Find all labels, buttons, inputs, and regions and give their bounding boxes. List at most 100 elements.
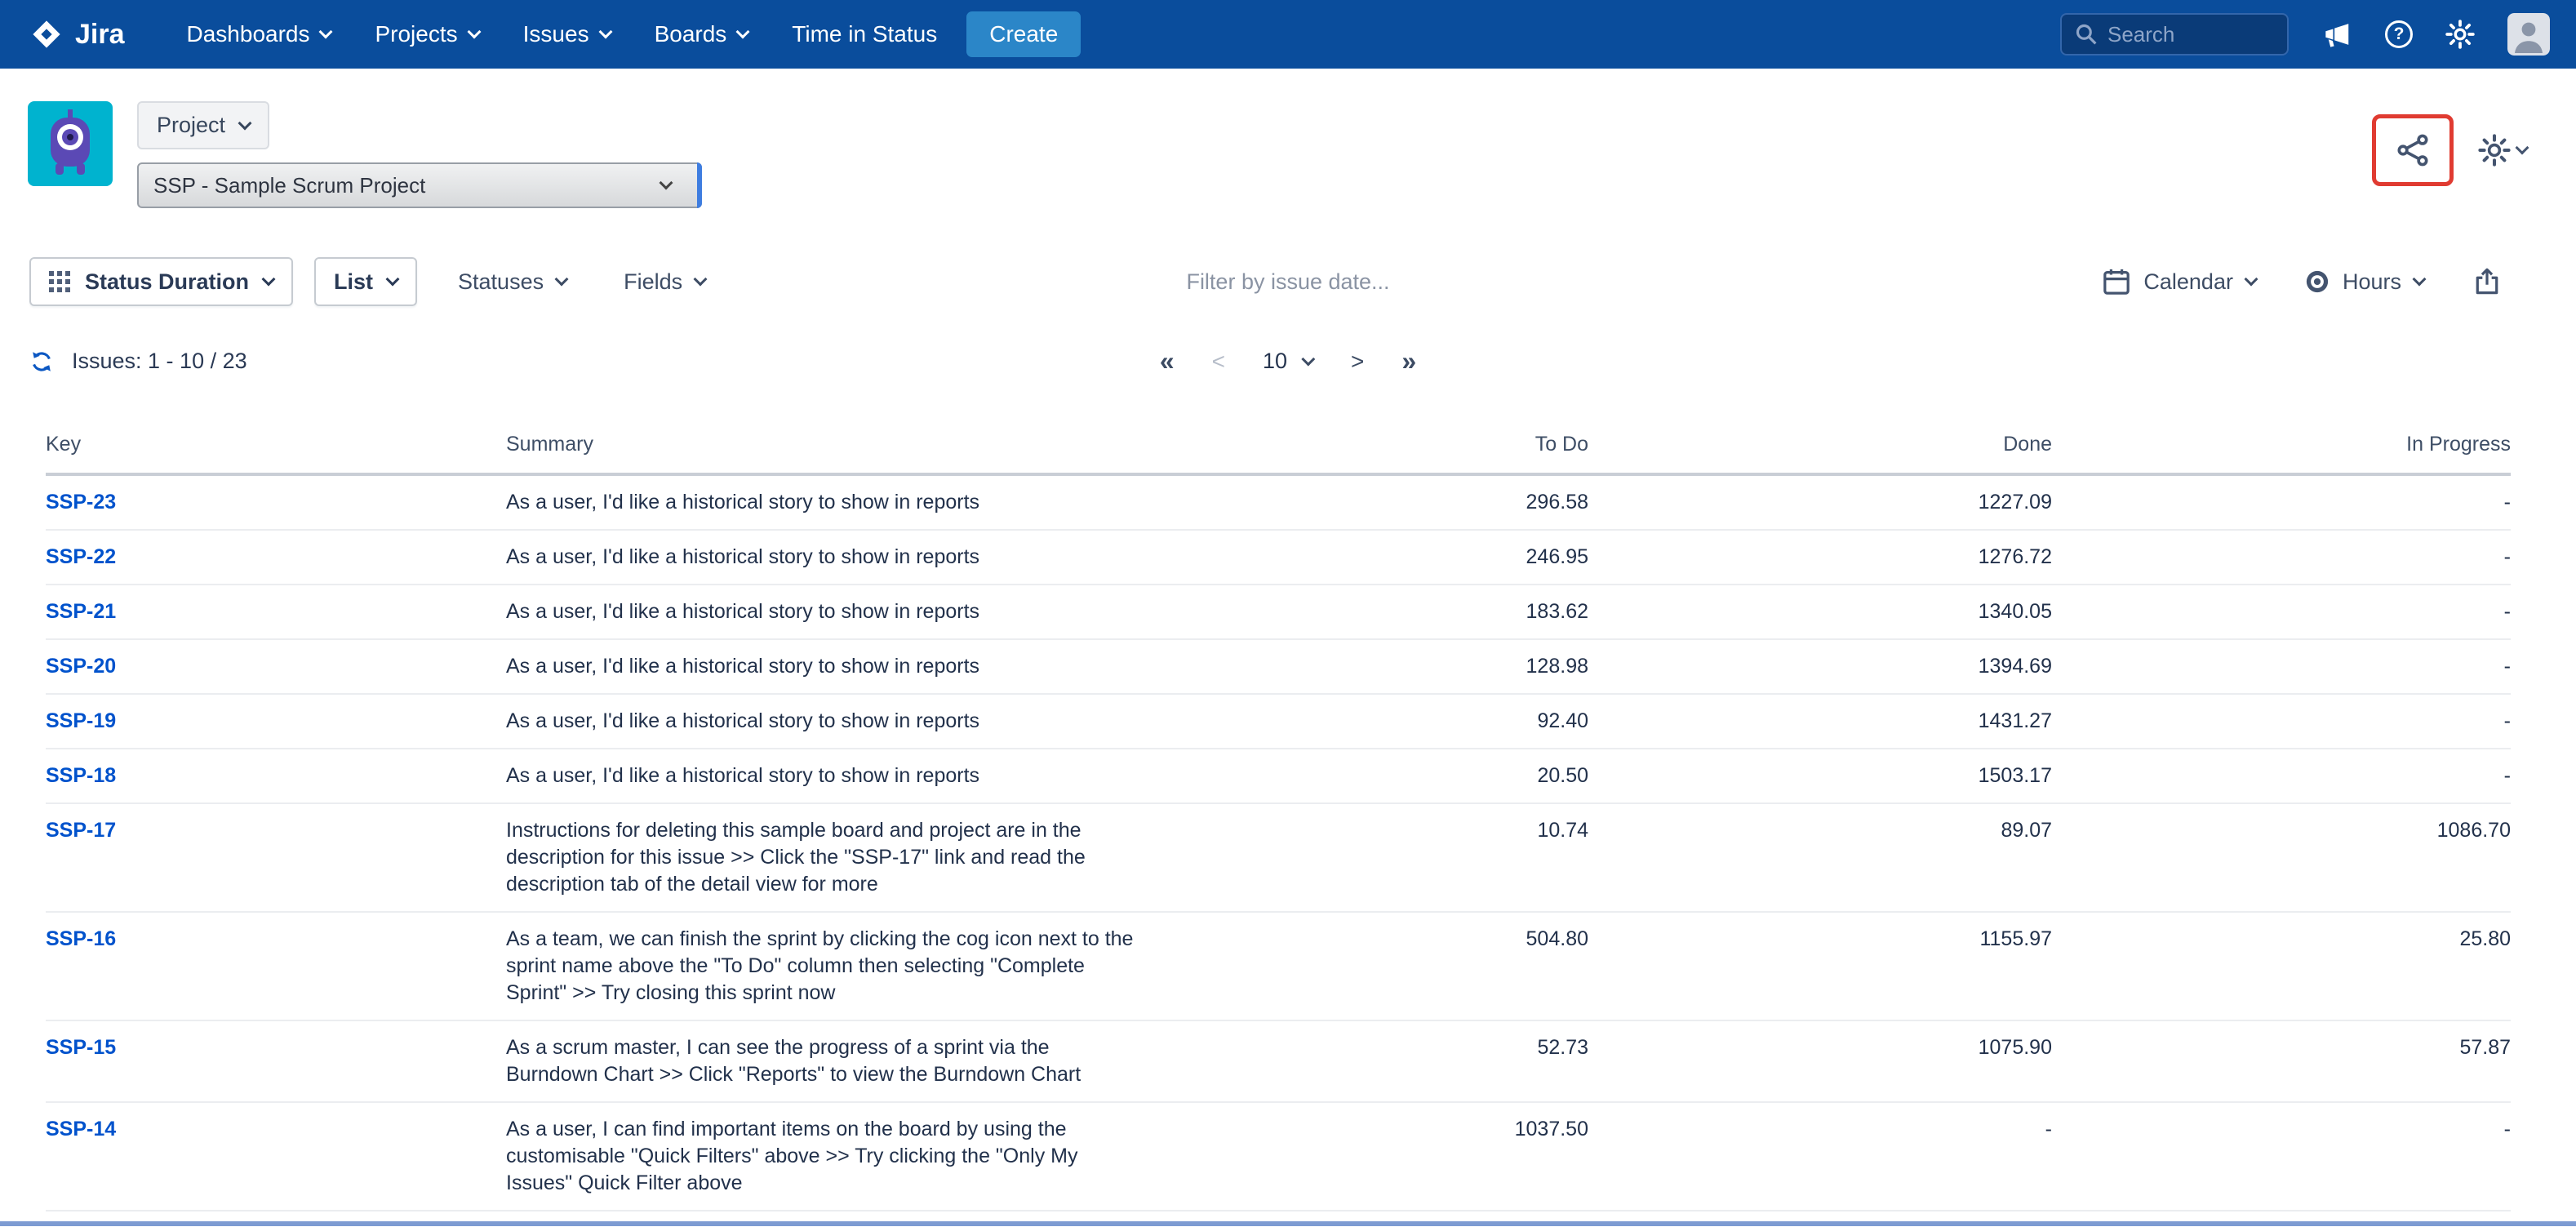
export-icon[interactable] [2473,268,2501,296]
done-value: 1075.90 [1588,1020,2052,1102]
issue-key-link[interactable]: SSP-17 [46,819,116,842]
chevron-down-icon [660,176,673,190]
chevron-down-icon [467,25,481,39]
feedback-megaphone-icon[interactable] [2321,19,2352,50]
todo-value: 1037.50 [1146,1102,1588,1211]
table-row: SSP-16 As a team, we can finish the spri… [46,912,2511,1020]
in-progress-value: - [2052,585,2511,639]
in-progress-value: 57.87 [2052,1020,2511,1102]
issue-key-link[interactable]: SSP-23 [46,491,116,513]
nav-right-group: ? [2060,13,2550,56]
last-page-button[interactable]: » [1401,346,1416,376]
pagination: « < 10 > » [1160,346,1416,376]
first-page-button[interactable]: « [1160,346,1175,376]
fields-dropdown[interactable]: Fields [624,269,705,295]
column-header-in-progress[interactable]: In Progress [2052,393,2511,474]
issue-key-link[interactable]: SSP-15 [46,1036,116,1059]
issue-summary: As a user, I'd like a historical story t… [506,762,1139,789]
select-focus-bar [697,162,702,208]
bottom-edge-strip [0,1221,2576,1226]
table-row: SSP-14 As a user, I can find important i… [46,1102,2511,1211]
nav-issues[interactable]: Issues [523,21,611,47]
view-dropdown[interactable]: List [314,257,417,306]
table-row: SSP-20 As a user, I'd like a historical … [46,639,2511,694]
issue-key-link[interactable]: SSP-22 [46,545,116,568]
chevron-down-icon [694,273,708,287]
issues-count: Issues: 1 - 10 / 23 [72,349,247,374]
issue-key-link[interactable]: SSP-16 [46,927,116,950]
results-bar: Issues: 1 - 10 / 23 « < 10 > » [0,326,2576,393]
scope-dropdown[interactable]: Project [137,101,269,149]
main-menu: Dashboards Projects Issues Boards Time i… [187,21,938,47]
search-icon [2075,23,2098,46]
issue-summary: As a team, we can finish the sprint by c… [506,926,1139,1007]
issue-summary: Instructions for deleting this sample bo… [506,817,1139,898]
settings-gear-icon[interactable] [2445,20,2475,49]
issue-key-link[interactable]: SSP-19 [46,709,116,732]
done-value: 1155.97 [1588,912,2052,1020]
report-settings-menu[interactable] [2478,134,2527,167]
issues-table: Key Summary To Do Done In Progress SSP-2… [46,393,2511,1211]
done-value: 1431.27 [1588,694,2052,749]
column-header-todo[interactable]: To Do [1146,393,1588,474]
in-progress-value: - [2052,474,2511,530]
done-value: 1227.09 [1588,474,2052,530]
column-header-done[interactable]: Done [1588,393,2052,474]
chevron-down-icon [262,273,276,287]
prev-page-button[interactable]: < [1212,349,1225,375]
todo-value: 128.98 [1146,639,1588,694]
search-input[interactable] [2107,22,2274,47]
toolbar-right-group: Calendar Hours [2103,268,2501,296]
todo-value: 20.50 [1146,749,1588,803]
calendar-dropdown[interactable]: Calendar [2103,268,2256,296]
todo-value: 10.74 [1146,803,1588,912]
nav-dashboards[interactable]: Dashboards [187,21,331,47]
column-header-key[interactable]: Key [46,393,506,474]
chevron-down-icon [2244,273,2258,287]
share-icon[interactable] [2395,132,2431,168]
units-dropdown[interactable]: Hours [2305,269,2424,295]
column-header-summary[interactable]: Summary [506,393,1146,474]
metric-dropdown[interactable]: Status Duration [29,257,293,306]
issue-summary: As a user, I'd like a historical story t… [506,544,1139,571]
issue-key-link[interactable]: SSP-20 [46,655,116,678]
refresh-icon[interactable] [29,349,54,374]
done-value: 89.07 [1588,803,2052,912]
chevron-down-icon [1302,352,1316,366]
nav-boards[interactable]: Boards [655,21,748,47]
done-value: 1340.05 [1588,585,2052,639]
create-button[interactable]: Create [966,11,1081,57]
gear-icon [2478,134,2511,167]
page-size-dropdown[interactable]: 10 [1263,349,1313,374]
user-avatar[interactable] [2507,13,2550,56]
done-value: - [1588,1102,2052,1211]
statuses-dropdown[interactable]: Statuses [458,269,566,295]
chevron-down-icon [319,25,333,39]
next-page-button[interactable]: > [1351,349,1364,375]
nav-time-in-status[interactable]: Time in Status [792,21,937,47]
nav-projects[interactable]: Projects [375,21,478,47]
table-row: SSP-22 As a user, I'd like a historical … [46,530,2511,585]
table-row: SSP-15 As a scrum master, I can see the … [46,1020,2511,1102]
done-value: 1394.69 [1588,639,2052,694]
project-select[interactable]: SSP - Sample Scrum Project [137,162,702,208]
in-progress-value: - [2052,1102,2511,1211]
todo-value: 52.73 [1146,1020,1588,1102]
table-row: SSP-18 As a user, I'd like a historical … [46,749,2511,803]
jira-logo[interactable]: Jira [29,17,125,51]
issue-key-link[interactable]: SSP-21 [46,600,116,623]
issue-key-link[interactable]: SSP-18 [46,764,116,787]
chevron-down-icon [238,116,252,130]
report-toolbar: Status Duration List Statuses Fields Fil… [0,231,2576,326]
in-progress-value: - [2052,530,2511,585]
todo-value: 246.95 [1146,530,1588,585]
project-controls: Project SSP - Sample Scrum Project [137,101,702,208]
help-icon[interactable]: ? [2385,20,2413,48]
share-highlight-annotation [2372,114,2454,186]
table-row: SSP-21 As a user, I'd like a historical … [46,585,2511,639]
issue-date-filter[interactable]: Filter by issue date... [1186,269,1389,295]
brand-label: Jira [75,19,125,51]
project-header: Project SSP - Sample Scrum Project [0,69,2576,231]
todo-value: 183.62 [1146,585,1588,639]
issue-key-link[interactable]: SSP-14 [46,1118,116,1140]
